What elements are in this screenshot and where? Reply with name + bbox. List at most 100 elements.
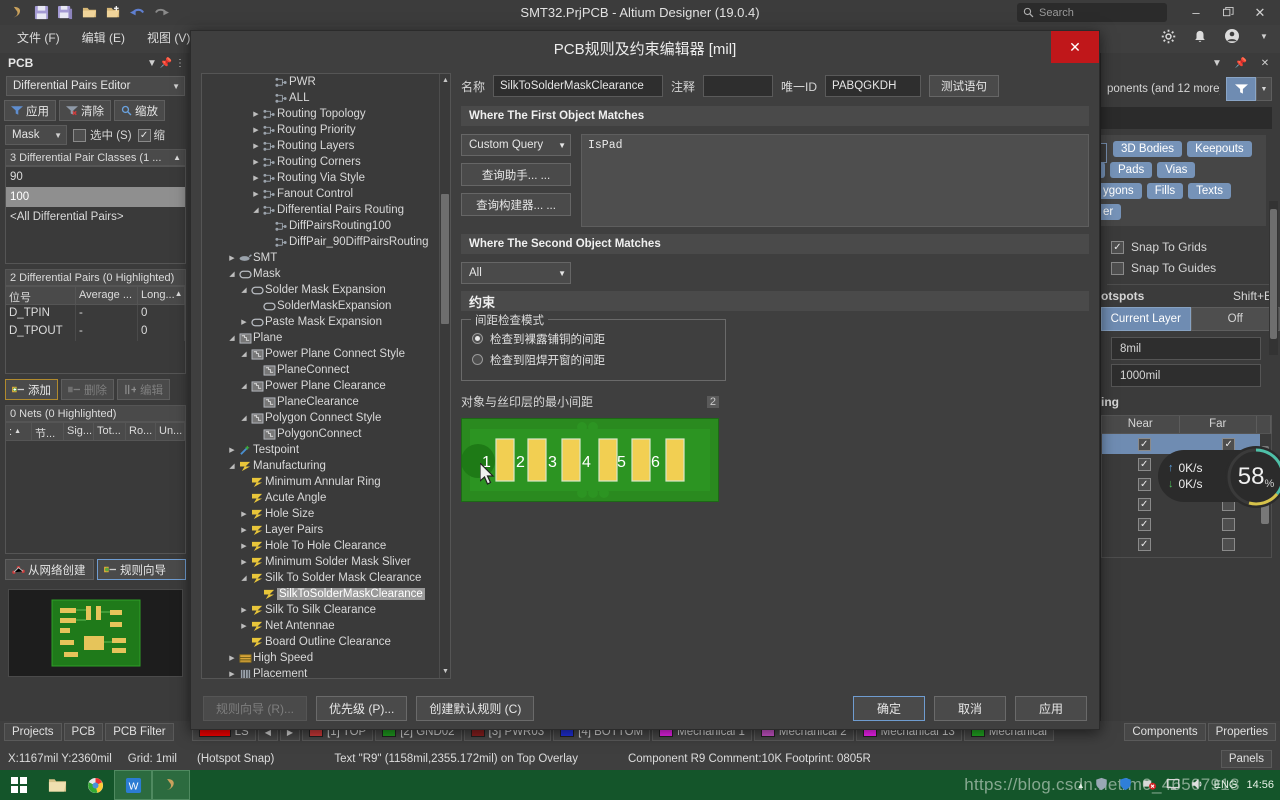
- chevron-right-icon[interactable]: ▶: [238, 526, 250, 534]
- tray-language[interactable]: ENG: [1214, 779, 1238, 791]
- minimize-button[interactable]: –: [1180, 0, 1212, 25]
- search-objects-input[interactable]: [1101, 107, 1272, 129]
- save-all-icon[interactable]: [54, 3, 76, 23]
- chevron-right-icon[interactable]: ▶: [226, 670, 238, 678]
- classes-list[interactable]: 90 100 <All Differential Pairs>: [5, 166, 186, 264]
- tree-node[interactable]: ▶ Testpoint: [202, 442, 450, 458]
- chevron-right-icon[interactable]: ▶: [250, 174, 262, 182]
- checkbox-box[interactable]: ✓: [1137, 537, 1151, 551]
- tray-clock[interactable]: 14:56: [1246, 779, 1274, 791]
- chevron-down-icon[interactable]: ◢: [238, 286, 250, 294]
- column-header[interactable]: 节...: [32, 423, 64, 440]
- chevron-right-icon[interactable]: ▶: [238, 622, 250, 630]
- checkbox-box[interactable]: ✓: [1137, 437, 1151, 451]
- tree-node[interactable]: PlaneClearance: [202, 394, 450, 410]
- chip-other[interactable]: er: [1101, 204, 1122, 220]
- uid-input[interactable]: PABQGKDH: [825, 75, 922, 97]
- tree-node[interactable]: ◢ Mask: [202, 266, 450, 282]
- browser-button[interactable]: [76, 770, 114, 800]
- cancel-button[interactable]: 取消: [934, 695, 1006, 721]
- tree-node[interactable]: ◢ Power Plane Connect Style: [202, 346, 450, 362]
- altium-app-button[interactable]: [152, 770, 190, 800]
- column-header-near[interactable]: Near: [1102, 416, 1180, 433]
- scroll-down-icon[interactable]: ▼: [440, 665, 450, 678]
- create-default-rules-button[interactable]: 创建默认规则 (C): [416, 695, 535, 721]
- query-kind-select[interactable]: Custom Query ▼: [461, 134, 571, 156]
- checkbox-box[interactable]: ✓: [1137, 497, 1151, 511]
- checkbox-box[interactable]: [1222, 537, 1236, 551]
- editor-select[interactable]: Differential Pairs Editor ▼: [6, 76, 185, 96]
- gear-icon[interactable]: [1158, 26, 1178, 46]
- table-row[interactable]: ✓: [1102, 514, 1271, 534]
- check-mode-option-bare-copper[interactable]: 检查到裸露铺铜的间距: [472, 328, 715, 349]
- list-item[interactable]: <All Differential Pairs>: [6, 207, 185, 227]
- chevron-right-icon[interactable]: ▶: [238, 606, 250, 614]
- hotspot-far-input[interactable]: 1000mil: [1111, 364, 1261, 387]
- tree-node[interactable]: ▶ Routing Priority: [202, 122, 450, 138]
- tree-node[interactable]: ▶ Net Antennae: [202, 618, 450, 634]
- clearance-value[interactable]: 2: [706, 395, 719, 408]
- undo-icon[interactable]: [126, 3, 148, 23]
- tree-node[interactable]: ▶ SMT: [202, 250, 450, 266]
- select-checkbox[interactable]: 选中 (S): [73, 127, 132, 143]
- panel-dropdown-icon[interactable]: ▼: [1210, 58, 1224, 69]
- close-icon[interactable]: ✕: [1258, 58, 1272, 69]
- radio-button[interactable]: [472, 333, 483, 344]
- add-button[interactable]: 添加: [5, 379, 58, 400]
- panels-button[interactable]: Panels: [1220, 750, 1272, 768]
- off-toggle[interactable]: Off: [1190, 307, 1280, 331]
- chip-3d-bodies[interactable]: 3D Bodies: [1113, 141, 1183, 157]
- hotspot-near-input[interactable]: 8mil: [1111, 337, 1261, 360]
- column-header[interactable]: Un...: [156, 423, 185, 440]
- table-row[interactable]: ✓: [1102, 534, 1271, 554]
- tree-node[interactable]: SolderMaskExpansion: [202, 298, 450, 314]
- table-row[interactable]: D_TPIN - 0: [6, 305, 185, 323]
- tab-properties[interactable]: Properties: [1207, 723, 1276, 741]
- table-row[interactable]: D_TPOUT - 0: [6, 323, 185, 341]
- chevron-down-icon[interactable]: ◢: [238, 350, 250, 358]
- chip-pads[interactable]: Pads: [1110, 162, 1153, 178]
- query-textarea[interactable]: IsPad: [581, 134, 1089, 227]
- chevron-right-icon[interactable]: ▶: [250, 110, 262, 118]
- rules-tree[interactable]: PWR ALL ▶ Routing Topology ▶ Routing Priority…: [201, 73, 451, 679]
- chip-fills[interactable]: Fills: [1146, 183, 1184, 199]
- sort-asc-icon[interactable]: ▲: [173, 153, 181, 162]
- column-header[interactable]: Long... ▲: [138, 287, 185, 304]
- tray-network-error-icon[interactable]: [1142, 777, 1157, 794]
- tree-node[interactable]: ALL: [202, 90, 450, 106]
- panel-dropdown-icon[interactable]: ▼: [145, 58, 159, 69]
- scrollbar-thumb[interactable]: [1270, 209, 1277, 339]
- chevron-right-icon[interactable]: ▶: [238, 318, 250, 326]
- chevron-down-icon[interactable]: ▼: [1256, 77, 1272, 101]
- tray-expand-icon[interactable]: ▲: [1077, 781, 1085, 790]
- create-from-net-button[interactable]: 从网络创建: [5, 559, 94, 580]
- tray-display-icon[interactable]: [1166, 777, 1181, 794]
- column-header[interactable]: Ro...: [126, 423, 156, 440]
- pin-icon[interactable]: 📌: [159, 58, 173, 69]
- apply-button[interactable]: 应用: [1015, 695, 1087, 721]
- tree-node[interactable]: ◢ Plane: [202, 330, 450, 346]
- query-builder-button[interactable]: 查询构建器... ...: [461, 193, 571, 216]
- checkbox-box[interactable]: [1222, 517, 1236, 531]
- tree-node[interactable]: ▶ Fanout Control: [202, 186, 450, 202]
- chevron-right-icon[interactable]: ▶: [238, 558, 250, 566]
- pcb-preview-thumbnail[interactable]: [8, 589, 183, 677]
- checkbox-box[interactable]: ✓: [1137, 457, 1151, 471]
- filter-icon[interactable]: [1226, 77, 1256, 101]
- nets-grid[interactable]: : ▲ 节... Sig... Tot... Ro... Un...: [5, 422, 186, 554]
- panel-menu-icon[interactable]: ⋮: [173, 58, 187, 69]
- chevron-down-icon[interactable]: ◢: [226, 270, 238, 278]
- ok-button[interactable]: 确定: [853, 695, 925, 721]
- maximize-button[interactable]: [1212, 0, 1244, 25]
- chevron-right-icon[interactable]: ▶: [250, 126, 262, 134]
- checkbox-box[interactable]: ✓: [1137, 517, 1151, 531]
- tree-node[interactable]: ▶ Placement: [202, 666, 450, 678]
- chevron-right-icon[interactable]: ▶: [226, 254, 238, 262]
- bell-icon[interactable]: [1190, 26, 1210, 46]
- tree-node[interactable]: SilkToSolderMaskClearance: [202, 586, 450, 602]
- tree-node[interactable]: DiffPairsRouting100: [202, 218, 450, 234]
- chevron-right-icon[interactable]: ▶: [250, 158, 262, 166]
- tree-node[interactable]: DiffPair_90DiffPairsRouting: [202, 234, 450, 250]
- tray-safety-icon[interactable]: [1094, 777, 1109, 794]
- chevron-down-icon[interactable]: ◢: [250, 206, 262, 214]
